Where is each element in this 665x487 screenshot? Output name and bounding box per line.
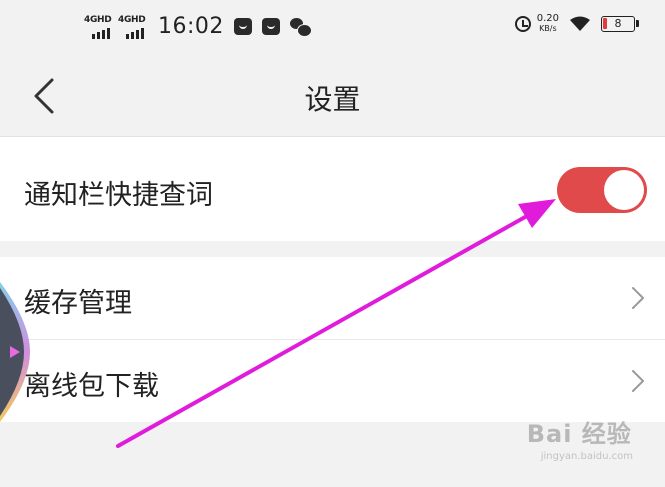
watermark: Bai 经验 jingyan.baidu.com (527, 414, 633, 462)
watermark-url: jingyan.baidu.com (540, 451, 633, 462)
watermark-logo: Bai 经验 (526, 420, 632, 448)
